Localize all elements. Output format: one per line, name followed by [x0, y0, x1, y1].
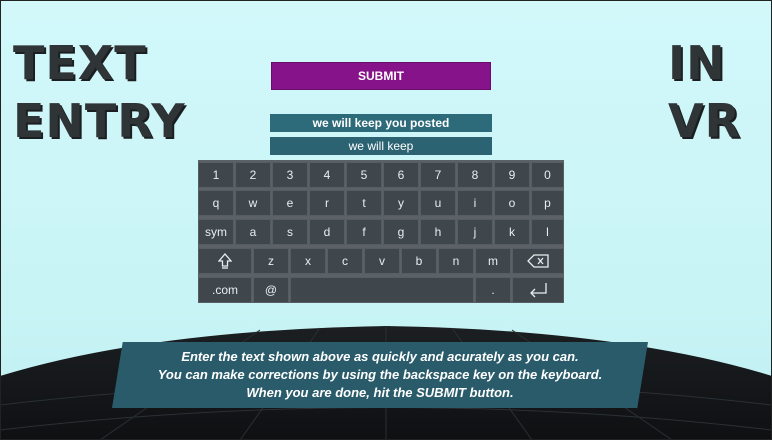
- submit-button[interactable]: SUBMIT: [271, 62, 491, 90]
- key-8[interactable]: 8: [457, 162, 493, 188]
- title-right: IN VR: [668, 34, 741, 150]
- key-i[interactable]: i: [457, 190, 493, 216]
- typed-text-field[interactable]: we will keep: [270, 137, 492, 155]
- title-right-line1: IN: [668, 36, 726, 90]
- title-left-line2: ENTRY: [13, 94, 186, 148]
- key-f[interactable]: f: [346, 219, 382, 245]
- key-h[interactable]: h: [420, 219, 456, 245]
- key-a[interactable]: a: [235, 219, 271, 245]
- key-5[interactable]: 5: [346, 162, 382, 188]
- key-dotcom[interactable]: .com: [198, 277, 252, 303]
- key-0[interactable]: 0: [531, 162, 564, 188]
- key-t[interactable]: t: [346, 190, 382, 216]
- key-x[interactable]: x: [290, 248, 326, 274]
- key-7[interactable]: 7: [420, 162, 456, 188]
- title-left: TEXT ENTRY: [13, 34, 186, 150]
- key-period[interactable]: .: [475, 277, 511, 303]
- key-m[interactable]: m: [475, 248, 511, 274]
- enter-icon: [530, 283, 547, 298]
- key-enter[interactable]: [512, 277, 564, 303]
- key-g[interactable]: g: [383, 219, 419, 245]
- vr-scene: TEXT ENTRY IN VR SUBMIT we will keep you…: [0, 0, 772, 440]
- key-at[interactable]: @: [253, 277, 289, 303]
- title-left-line1: TEXT: [13, 36, 147, 90]
- key-s[interactable]: s: [272, 219, 308, 245]
- key-z[interactable]: z: [253, 248, 289, 274]
- key-1[interactable]: 1: [198, 162, 234, 188]
- key-3[interactable]: 3: [272, 162, 308, 188]
- key-space[interactable]: [290, 277, 474, 303]
- key-u[interactable]: u: [420, 190, 456, 216]
- key-v[interactable]: v: [364, 248, 400, 274]
- key-shift[interactable]: [198, 248, 252, 274]
- key-b[interactable]: b: [401, 248, 437, 274]
- key-k[interactable]: k: [494, 219, 530, 245]
- virtual-keyboard: 1 2 3 4 5 6 7 8 9 0 q w e r t y u i o p …: [198, 160, 564, 303]
- instruction-line-1: Enter the text shown above as quickly an…: [181, 349, 579, 364]
- key-4[interactable]: 4: [309, 162, 345, 188]
- instruction-line-2: You can make corrections by using the ba…: [157, 367, 603, 382]
- key-d[interactable]: d: [309, 219, 345, 245]
- key-w[interactable]: w: [235, 190, 271, 216]
- key-n[interactable]: n: [438, 248, 474, 274]
- title-right-line2: VR: [668, 94, 742, 148]
- shift-icon: [218, 253, 232, 269]
- key-q[interactable]: q: [198, 190, 234, 216]
- key-e[interactable]: e: [272, 190, 308, 216]
- target-phrase: we will keep you posted: [270, 114, 492, 132]
- key-p[interactable]: p: [531, 190, 564, 216]
- key-y[interactable]: y: [383, 190, 419, 216]
- key-c[interactable]: c: [327, 248, 363, 274]
- instruction-line-3: When you are done, hit the SUBMIT button…: [246, 385, 514, 400]
- key-9[interactable]: 9: [494, 162, 530, 188]
- key-l[interactable]: l: [531, 219, 564, 245]
- key-backspace[interactable]: [512, 248, 564, 274]
- key-r[interactable]: r: [309, 190, 345, 216]
- key-2[interactable]: 2: [235, 162, 271, 188]
- key-j[interactable]: j: [457, 219, 493, 245]
- backspace-icon: [527, 254, 549, 268]
- key-6[interactable]: 6: [383, 162, 419, 188]
- key-o[interactable]: o: [494, 190, 530, 216]
- instructions-panel: Enter the text shown above as quickly an…: [112, 342, 648, 408]
- key-sym[interactable]: sym: [198, 219, 234, 245]
